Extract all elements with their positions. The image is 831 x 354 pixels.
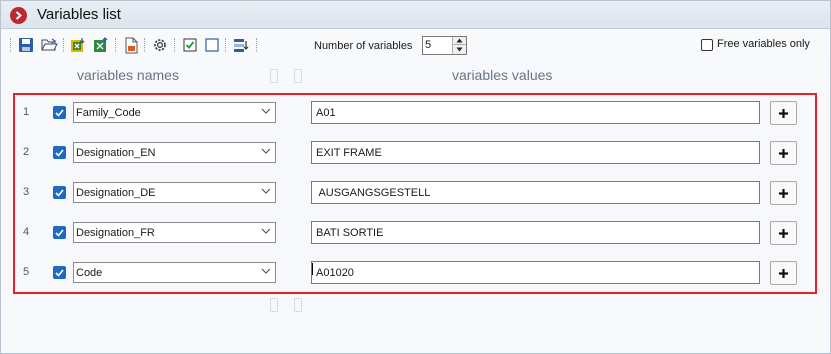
- number-of-variables-value[interactable]: 5: [425, 39, 431, 51]
- variable-row: 2 Designation_EN EXIT FRAME: [15, 136, 815, 172]
- plus-icon: [779, 148, 788, 158]
- row-index: 2: [23, 146, 30, 158]
- row-checkbox[interactable]: [53, 106, 66, 119]
- add-button[interactable]: [770, 221, 797, 245]
- variable-name: Designation_FR: [76, 227, 155, 239]
- variable-value: BATI SORTIE: [316, 227, 384, 239]
- variable-row: 5 Code A01020: [15, 256, 815, 292]
- variables-values-header: variables values: [452, 67, 553, 83]
- title-bar: Variables list: [1, 1, 830, 29]
- variable-value: A01: [316, 107, 336, 119]
- chevron-down-icon: [261, 188, 271, 194]
- spinner-buttons: [452, 37, 466, 54]
- save-icon[interactable]: [17, 36, 35, 54]
- splitter-handle-icon[interactable]: [270, 69, 278, 83]
- checkmark-icon: [55, 188, 64, 197]
- row-checkbox[interactable]: [53, 226, 66, 239]
- variable-name: Designation_EN: [76, 147, 156, 159]
- variable-name-dropdown[interactable]: Family_Code: [73, 102, 276, 123]
- variable-name-dropdown[interactable]: Code: [73, 262, 276, 283]
- chevron-right-icon: [10, 7, 27, 24]
- add-button[interactable]: [770, 261, 797, 285]
- import-excel-icon[interactable]: [69, 36, 87, 54]
- variable-value-input[interactable]: BATI SORTIE: [311, 221, 760, 244]
- plus-icon: [779, 228, 788, 238]
- free-variables-only-label[interactable]: Free variables only: [717, 38, 810, 50]
- plus-icon: [779, 108, 788, 118]
- checkmark-icon: [55, 228, 64, 237]
- variable-name: Family_Code: [76, 107, 141, 119]
- number-of-variables-label: Number of variables: [314, 40, 413, 52]
- plus-icon: [779, 188, 788, 198]
- chevron-down-icon: [261, 228, 271, 234]
- row-checkbox[interactable]: [53, 266, 66, 279]
- splitter-handle-icon[interactable]: [294, 298, 302, 312]
- variable-value-input[interactable]: AUSGANGSGESTELL: [311, 181, 760, 204]
- add-button[interactable]: [770, 141, 797, 165]
- variable-row: 3 Designation_DE AUSGANGSGESTELL: [15, 176, 815, 212]
- row-checkbox[interactable]: [53, 146, 66, 159]
- checkmark-icon: [55, 148, 64, 157]
- open-folder-icon[interactable]: [40, 36, 58, 54]
- spin-up-icon[interactable]: [453, 37, 466, 45]
- toolbar-separator: [225, 38, 226, 52]
- variable-name: Designation_DE: [76, 187, 156, 199]
- row-index: 4: [23, 226, 30, 238]
- toolbar-separator: [174, 38, 175, 52]
- row-index: 1: [23, 106, 30, 118]
- variable-name-dropdown[interactable]: Designation_EN: [73, 142, 276, 163]
- variable-row: 4 Designation_FR BATI SORTIE: [15, 216, 815, 252]
- document-export-icon[interactable]: [122, 36, 140, 54]
- variable-name-dropdown[interactable]: Designation_FR: [73, 222, 276, 243]
- chevron-down-icon: [261, 148, 271, 154]
- variable-row: 1 Family_Code A01: [15, 96, 815, 132]
- variables-rows-panel: 1 Family_Code A01 2 Designation_EN EXIT …: [13, 93, 817, 294]
- list-settings-icon[interactable]: [232, 36, 250, 54]
- row-index: 3: [23, 186, 30, 198]
- toolbar-separator: [144, 38, 145, 52]
- number-of-variables-stepper[interactable]: 5: [422, 36, 467, 55]
- row-index: 5: [23, 266, 30, 278]
- spin-down-icon[interactable]: [453, 45, 466, 53]
- plus-icon: [779, 268, 788, 278]
- text-caret: [312, 263, 313, 275]
- variable-value: EXIT FRAME: [316, 147, 382, 159]
- add-button[interactable]: [770, 181, 797, 205]
- checkmark-icon: [55, 268, 64, 277]
- splitter-handle-icon[interactable]: [294, 69, 302, 83]
- chevron-down-icon: [261, 268, 271, 274]
- splitter-handle-icon[interactable]: [270, 298, 278, 312]
- variable-value: AUSGANGSGESTELL: [316, 187, 431, 199]
- variable-name: Code: [76, 267, 103, 279]
- toolbar-separator: [256, 38, 257, 52]
- toolbar-separator: [10, 38, 11, 52]
- variable-name-dropdown[interactable]: Designation_DE: [73, 182, 276, 203]
- gear-icon[interactable]: [151, 36, 169, 54]
- add-button[interactable]: [770, 101, 797, 125]
- variable-value: A01020: [316, 267, 354, 279]
- variable-value-input[interactable]: A01: [311, 101, 760, 124]
- variable-value-input[interactable]: EXIT FRAME: [311, 141, 760, 164]
- window-title: Variables list: [37, 6, 121, 23]
- chevron-down-icon: [261, 108, 271, 114]
- toolbar-separator: [115, 38, 116, 52]
- variables-names-header: variables names: [77, 67, 179, 83]
- check-all-icon[interactable]: [181, 36, 199, 54]
- free-variables-only-checkbox[interactable]: [701, 39, 713, 51]
- export-excel-icon[interactable]: [92, 36, 110, 54]
- variables-list-window: Variables list Number of variables 5 Fre…: [0, 0, 831, 354]
- variable-value-input[interactable]: A01020: [311, 261, 760, 284]
- toolbar-separator: [63, 38, 64, 52]
- row-checkbox[interactable]: [53, 186, 66, 199]
- uncheck-all-icon[interactable]: [203, 36, 221, 54]
- checkmark-icon: [55, 108, 64, 117]
